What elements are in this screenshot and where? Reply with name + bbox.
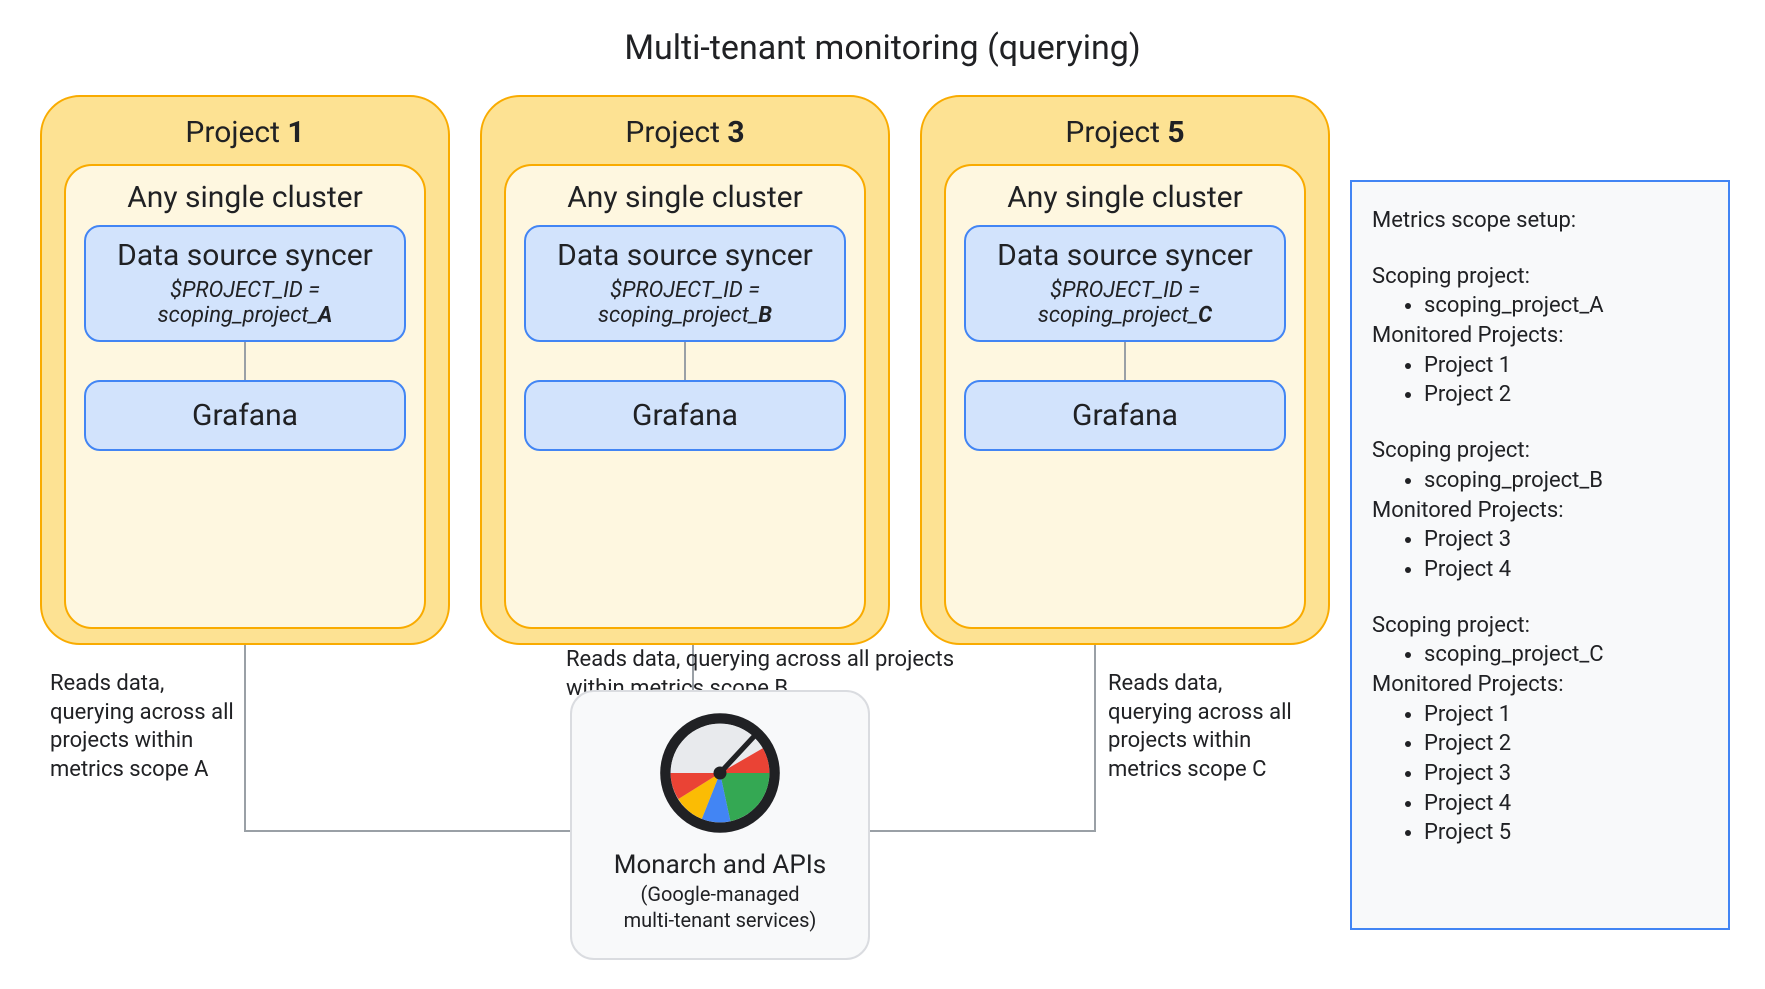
ds-title: Data source syncer [976, 239, 1274, 274]
project-prefix: Project [625, 115, 727, 150]
scoping-hdr: Scoping project: [1372, 262, 1708, 292]
monitored-item: Project 3 [1424, 525, 1708, 555]
ds-pid-label: $PROJECT_ID = [96, 278, 394, 303]
grafana-box: Grafana [964, 380, 1286, 451]
ds-scoping-suffix: C [1198, 303, 1212, 328]
data-source-syncer-box: Data source syncer $PROJECT_ID = scoping… [524, 225, 846, 342]
monitored-item: Project 2 [1424, 729, 1708, 759]
scope-block-b: Scoping project: scoping_project_B Monit… [1372, 436, 1708, 584]
connector-ds-grafana [1124, 342, 1126, 380]
project-card-5: Project 5 Any single cluster Data source… [920, 95, 1330, 645]
connector-ds-grafana [684, 342, 686, 380]
project-number: 5 [1167, 115, 1184, 150]
monitored-item: Project 5 [1424, 818, 1708, 848]
connector-ds-grafana [244, 342, 246, 380]
scoping-val: scoping_project_C [1424, 640, 1708, 670]
ds-scoping: scoping_project_A [96, 303, 394, 328]
cluster-card-1: Any single cluster Data source syncer $P… [64, 164, 426, 629]
monitored-hdr: Monitored Projects: [1372, 496, 1708, 526]
ds-scoping-suffix: A [318, 303, 332, 328]
metrics-scope-panel: Metrics scope setup: Scoping project: sc… [1350, 180, 1730, 930]
gauge-icon [655, 708, 785, 838]
connector-line [244, 830, 570, 832]
project-number: 1 [287, 115, 304, 150]
cluster-title: Any single cluster [524, 180, 846, 215]
project-card-1: Project 1 Any single cluster Data source… [40, 95, 450, 645]
monitored-hdr: Monitored Projects: [1372, 321, 1708, 351]
connector-line [870, 830, 1096, 832]
monarch-title: Monarch and APIs [572, 850, 868, 880]
monitored-item: Project 4 [1424, 789, 1708, 819]
grafana-box: Grafana [524, 380, 846, 451]
project-title-1: Project 1 [64, 115, 426, 150]
cluster-card-5: Any single cluster Data source syncer $P… [944, 164, 1306, 629]
cluster-title: Any single cluster [84, 180, 406, 215]
monitored-item: Project 2 [1424, 380, 1708, 410]
monitored-item: Project 3 [1424, 759, 1708, 789]
cluster-title: Any single cluster [964, 180, 1286, 215]
ds-pid-label: $PROJECT_ID = [536, 278, 834, 303]
monarch-sub1: (Google-managed [572, 882, 868, 906]
scoping-hdr: Scoping project: [1372, 611, 1708, 641]
project-prefix: Project [185, 115, 287, 150]
ds-scoping-prefix: scoping_project_ [598, 303, 758, 328]
ds-scoping-prefix: scoping_project_ [1038, 303, 1198, 328]
connector-line [1094, 645, 1096, 832]
ds-scoping: scoping_project_B [536, 303, 834, 328]
ds-title: Data source syncer [96, 239, 394, 274]
project-title-5: Project 5 [944, 115, 1306, 150]
scoping-hdr: Scoping project: [1372, 436, 1708, 466]
data-source-syncer-box: Data source syncer $PROJECT_ID = scoping… [84, 225, 406, 342]
read-label-a: Reads data, querying across all projects… [50, 670, 250, 784]
project-number: 3 [727, 115, 744, 150]
scoping-val: scoping_project_A [1424, 291, 1708, 321]
cluster-card-3: Any single cluster Data source syncer $P… [504, 164, 866, 629]
monitored-item: Project 4 [1424, 555, 1708, 585]
ds-title: Data source syncer [536, 239, 834, 274]
project-prefix: Project [1065, 115, 1167, 150]
ds-pid-label: $PROJECT_ID = [976, 278, 1274, 303]
diagram-title: Multi-tenant monitoring (querying) [0, 28, 1765, 68]
scope-heading: Metrics scope setup: [1372, 206, 1708, 236]
monitored-item: Project 1 [1424, 700, 1708, 730]
monitored-item: Project 1 [1424, 351, 1708, 381]
project-title-3: Project 3 [504, 115, 866, 150]
ds-scoping: scoping_project_C [976, 303, 1274, 328]
data-source-syncer-box: Data source syncer $PROJECT_ID = scoping… [964, 225, 1286, 342]
read-label-c: Reads data, querying across all projects… [1108, 670, 1308, 784]
monarch-sub2: multi-tenant services) [572, 908, 868, 932]
scope-block-a: Scoping project: scoping_project_A Monit… [1372, 262, 1708, 410]
monitored-hdr: Monitored Projects: [1372, 670, 1708, 700]
grafana-box: Grafana [84, 380, 406, 451]
scope-block-c: Scoping project: scoping_project_C Monit… [1372, 611, 1708, 849]
project-card-3: Project 3 Any single cluster Data source… [480, 95, 890, 645]
ds-scoping-suffix: B [758, 303, 772, 328]
scoping-val: scoping_project_B [1424, 466, 1708, 496]
ds-scoping-prefix: scoping_project_ [158, 303, 318, 328]
monarch-box: Monarch and APIs (Google-managed multi-t… [570, 690, 870, 960]
